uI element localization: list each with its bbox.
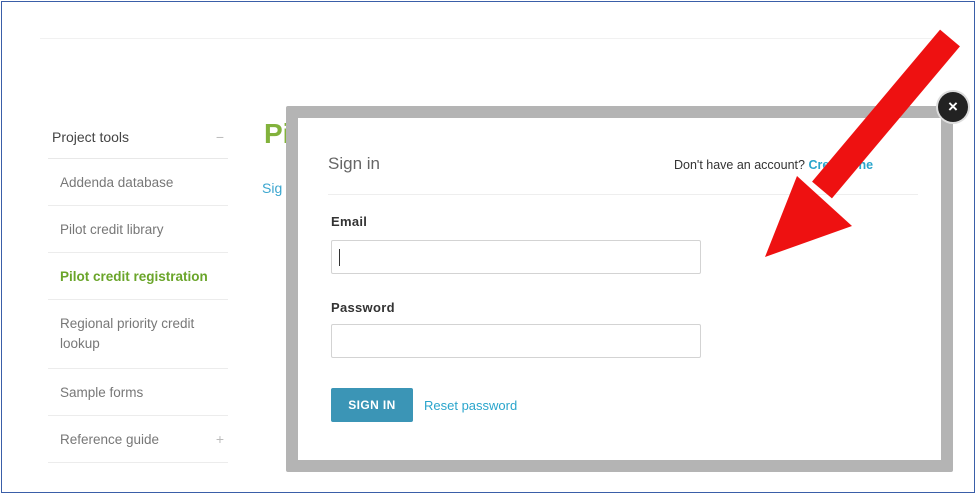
password-label: Password	[331, 300, 395, 315]
sidebar-item-addenda-database[interactable]: Addenda database	[48, 159, 228, 206]
sign-in-modal: Sign in Don't have an account? Create on…	[298, 118, 941, 460]
reset-password-link[interactable]: Reset password	[424, 398, 517, 413]
sidebar-item-label: Sample forms	[60, 384, 144, 400]
page-sign-in-link[interactable]: Sig	[262, 180, 282, 196]
sidebar-item-label: Addenda database	[60, 174, 174, 190]
header-divider	[40, 38, 940, 39]
sidebar-item-label: Reference guide	[60, 431, 160, 447]
sidebar-item-label: Pilot credit registration	[60, 268, 208, 284]
sidebar-item-reference-guide[interactable]: Reference guide +	[48, 416, 228, 463]
modal-title: Sign in	[328, 154, 380, 173]
sign-in-button[interactable]: SIGN IN	[331, 388, 413, 422]
sign-in-modal-frame: Sign in Don't have an account? Create on…	[286, 106, 953, 472]
sidebar-item-pilot-credit-library[interactable]: Pilot credit library	[48, 206, 228, 253]
no-account-text: Don't have an account?	[674, 158, 805, 172]
sidebar-heading-label: Project tools	[52, 129, 130, 145]
sidebar-item-label: Pilot credit library	[60, 221, 164, 237]
sidebar-item-label: Regional priority credit lookup	[60, 316, 195, 351]
sidebar-item-pilot-credit-registration[interactable]: Pilot credit registration	[48, 253, 228, 300]
email-label: Email	[331, 214, 368, 229]
create-account-link[interactable]: Create one	[808, 158, 873, 172]
collapse-icon[interactable]: −	[216, 129, 228, 145]
no-account-prompt: Don't have an account? Create one	[674, 158, 873, 172]
sidebar-item-sample-forms[interactable]: Sample forms	[48, 369, 228, 416]
expand-icon[interactable]: +	[216, 431, 228, 447]
sidebar-heading[interactable]: Project tools −	[48, 116, 228, 159]
email-field[interactable]	[331, 240, 701, 274]
close-icon[interactable]: ×	[938, 92, 968, 122]
modal-divider	[328, 194, 918, 195]
sidebar: Project tools − Addenda database Pilot c…	[48, 116, 228, 463]
sidebar-item-regional-priority-credit-lookup[interactable]: Regional priority credit lookup	[48, 300, 228, 369]
password-field[interactable]	[331, 324, 701, 358]
text-caret	[339, 249, 340, 266]
